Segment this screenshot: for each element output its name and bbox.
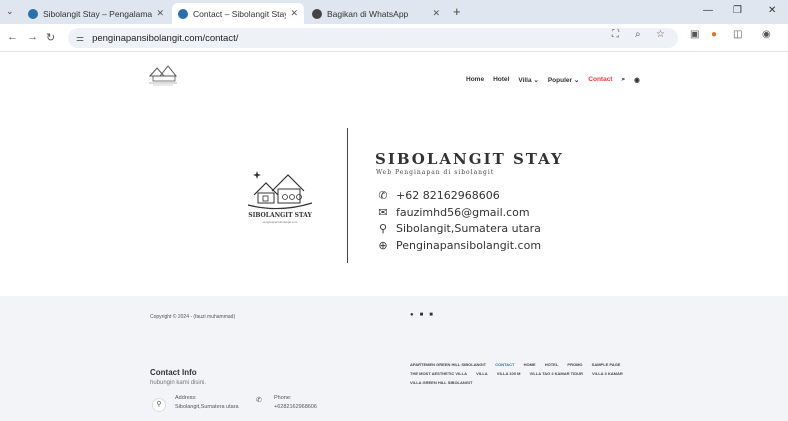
site-header: Home Hotel Villa ⌄ Populer ⌄ Contact ⌕ ◉ <box>0 52 788 102</box>
phone-text: +62 82162968606 <box>396 189 500 202</box>
footer-link[interactable]: VILLA <box>476 371 488 376</box>
footer-link[interactable]: PROMO <box>567 362 582 367</box>
instagram-icon[interactable]: ■ <box>420 312 424 318</box>
site-info-icon[interactable]: ⚌ <box>76 33 84 44</box>
location-icon: ⚲ <box>152 398 166 412</box>
browser-tab[interactable]: Bagikan di WhatsApp ✕ <box>306 3 446 24</box>
nav-item-home[interactable]: Home <box>466 76 484 84</box>
extension-orange-icon[interactable]: ● <box>711 29 717 40</box>
nav-item-villa[interactable]: Villa ⌄ <box>518 76 539 84</box>
site-footer: Copyright © 2024 - (fauzi muhammad) ● ■ … <box>0 296 788 421</box>
whatsapp-icon: ✆ <box>378 189 388 202</box>
email-text: fauzimhd56@gmail.com <box>396 206 530 219</box>
phone-label: Phone: <box>274 395 292 401</box>
website-text: Penginapansibolangit.com <box>396 239 542 252</box>
globe-icon <box>312 8 322 19</box>
site-logo[interactable] <box>145 58 181 88</box>
contact-info-subtitle: hubungin kami disini. <box>150 380 207 386</box>
globe-icon: ⊕ <box>378 239 388 252</box>
location-icon: ⚲ <box>378 222 388 235</box>
search-icon[interactable]: ⌕ <box>621 76 625 84</box>
tab-list-chevron-icon[interactable]: ⌄ <box>6 6 14 17</box>
main-nav: Home Hotel Villa ⌄ Populer ⌄ Contact ⌕ ◉ <box>466 76 640 84</box>
new-tab-icon[interactable]: + <box>453 4 461 19</box>
nav-item-hotel[interactable]: Hotel <box>493 76 509 84</box>
nav-item-contact[interactable]: Contact <box>588 76 612 84</box>
footer-link[interactable]: THE MOST AESTHETIC VILLA <box>410 371 467 376</box>
footer-link[interactable]: VILLA 100 M <box>497 371 521 376</box>
url-field[interactable]: ⚌ penginapansibolangit.com/contact/ <box>68 28 678 48</box>
logo-text: SIBOLANGIT STAY <box>248 212 312 219</box>
tab-title: Contact – Sibolangit Stay <box>193 8 287 19</box>
mail-icon: ✉ <box>378 206 388 219</box>
profile-icon[interactable]: ◉ <box>762 29 771 40</box>
wordpress-icon <box>28 8 38 19</box>
bookmark-star-icon[interactable]: ☆ <box>656 29 665 40</box>
footer-link[interactable]: APARTEMEN GREEN HILL SIBOLANGIT <box>410 362 486 367</box>
contact-phone[interactable]: ✆ +62 82162968606 <box>376 189 500 202</box>
reload-icon[interactable]: ↻ <box>46 31 55 44</box>
translate-icon[interactable]: ⛶ <box>612 29 619 40</box>
youtube-icon[interactable]: ■ <box>429 312 433 318</box>
facebook-icon[interactable]: ● <box>410 312 414 318</box>
copyright-text: Copyright © 2024 - (fauzi muhammad) <box>150 314 236 320</box>
location-text: Sibolangit,Sumatera utara <box>396 222 541 235</box>
footer-link[interactable]: VILLA 3 KAMAR <box>592 371 623 376</box>
close-window-icon[interactable]: ✕ <box>768 5 776 16</box>
nav-item-populer[interactable]: Populer ⌄ <box>548 76 579 84</box>
browser-tab[interactable]: Sibolangit Stay – Pengalaman I ✕ <box>22 3 170 24</box>
footer-link[interactable]: VILLA TAG 2 KAMAR TIDUR <box>530 371 583 376</box>
extension-icon[interactable]: ▣ <box>690 29 699 40</box>
forward-icon[interactable]: → <box>27 31 38 43</box>
footer-link[interactable]: HOTEL <box>545 362 559 367</box>
footer-link[interactable]: SAMPLE PAGE <box>592 362 621 367</box>
contact-info-title: Contact Info <box>150 368 197 377</box>
wordpress-icon <box>178 8 188 19</box>
brand-tagline: Web Penginapan di sibolangit <box>376 169 495 176</box>
close-icon[interactable]: ✕ <box>290 8 298 19</box>
address-block: Address: Sibolangit,Sumatera utara <box>175 394 239 412</box>
phone-value[interactable]: +6282162968606 <box>274 403 317 412</box>
address-value: Sibolangit,Sumatera utara <box>175 404 239 410</box>
vertical-divider <box>347 128 348 263</box>
logo-subtext: penginapansibolangit.com <box>262 220 298 224</box>
account-icon[interactable]: ◉ <box>634 76 640 84</box>
address-bar: ← → ↻ ⚌ penginapansibolangit.com/contact… <box>0 24 788 52</box>
zoom-icon[interactable]: ⌕ <box>635 29 641 40</box>
tab-title: Bagikan di WhatsApp <box>327 8 409 19</box>
close-icon[interactable]: ✕ <box>156 8 164 19</box>
browser-tabbar: ⌄ Sibolangit Stay – Pengalaman I ✕ Conta… <box>0 0 788 24</box>
brand-title: SIBOLANGIT STAY <box>375 150 564 168</box>
contact-website[interactable]: ⊕ Penginapansibolangit.com <box>376 239 541 252</box>
close-icon[interactable]: ✕ <box>432 8 440 19</box>
minimize-icon[interactable]: — <box>703 5 713 16</box>
contact-location: ⚲ Sibolangit,Sumatera utara <box>376 222 541 235</box>
address-label: Address: <box>175 395 197 401</box>
contact-email[interactable]: ✉ fauzimhd56@gmail.com <box>376 206 530 219</box>
footer-link-active[interactable]: CONTACT <box>495 362 514 367</box>
phone-block: Phone: +6282162968606 <box>274 394 317 412</box>
tab-title: Sibolangit Stay – Pengalaman I <box>43 8 153 19</box>
footer-link[interactable]: VILLA GREEN HILL SIBOLANGIT <box>410 380 472 385</box>
browser-tab-active[interactable]: Contact – Sibolangit Stay ✕ <box>172 3 304 24</box>
back-icon[interactable]: ← <box>7 31 18 43</box>
maximize-icon[interactable]: ❐ <box>733 5 742 16</box>
footer-link[interactable]: HOME <box>524 362 536 367</box>
extensions-puzzle-icon[interactable]: ◫ <box>733 29 742 40</box>
social-links: ● ■ ■ <box>410 312 433 318</box>
footer-links: APARTEMEN GREEN HILL SIBOLANGIT CONTACT … <box>410 360 660 387</box>
phone-icon: ✆ <box>256 397 262 404</box>
url-text: penginapansibolangit.com/contact/ <box>92 32 239 44</box>
